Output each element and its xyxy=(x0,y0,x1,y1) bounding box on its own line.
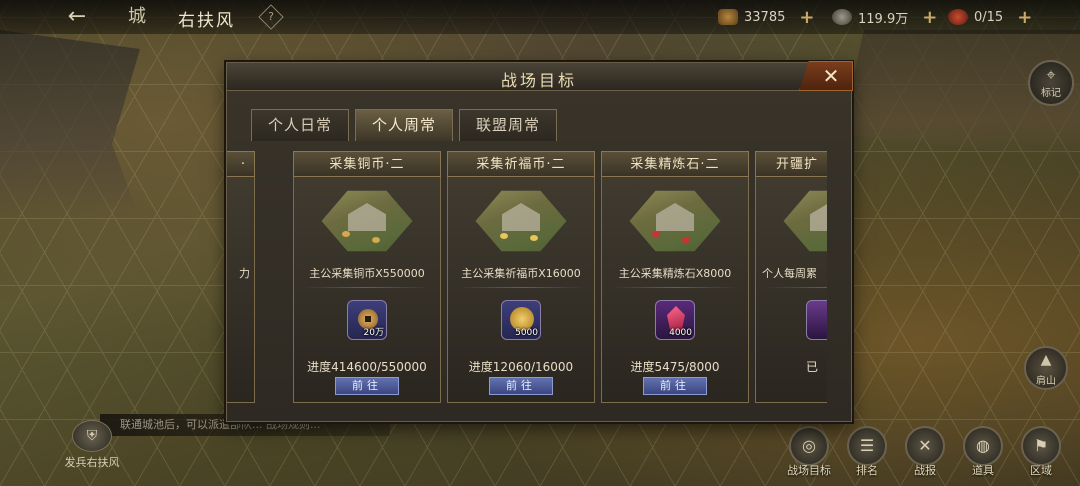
dispatch-label: 发兵右扶风 xyxy=(64,456,120,469)
go-button[interactable]: 前往 xyxy=(489,377,553,395)
battle-report-button[interactable]: ✕ 战报 xyxy=(896,426,954,478)
goal-cards-list[interactable]: · 力 采集铜币·二 主公采集铜币X550000 20万 进度414600/55… xyxy=(227,143,827,411)
bag-icon: ◍ xyxy=(963,426,1003,466)
goal-card-desc: 个人每周累 xyxy=(762,267,817,280)
goal-card: 采集祈福币·二 主公采集祈福币X16000 5000 进度12060/16000… xyxy=(447,151,595,403)
reward-amount: 5000 xyxy=(515,328,538,338)
goal-card-image xyxy=(227,185,246,257)
bottom-menu: ◎ 战场目标 ☰ 排名 ✕ 战报 ◍ 道具 ⚑ 区域 xyxy=(780,426,1070,478)
goal-card-title: 采集祈福币·二 xyxy=(447,151,595,177)
copper-resource: 33785 + xyxy=(718,6,814,28)
coin-resource: 119.9万 + xyxy=(832,6,937,28)
top-bar: ← 城 右扶风 ? 33785 + 119.9万 + 0/15 + xyxy=(0,0,1080,34)
blessing-coin-icon[interactable]: 5000 xyxy=(501,300,541,340)
copper-icon xyxy=(718,9,738,25)
tab-personal-daily[interactable]: 个人日常 xyxy=(251,109,349,141)
mountain-button[interactable]: ▲ 肩山 xyxy=(1024,346,1068,390)
goal-progress: 进度5475/8000 xyxy=(630,360,720,374)
battlefield-goals-button[interactable]: ◎ 战场目标 xyxy=(780,426,838,478)
battlefield-goals-panel: 战场目标 ✕ 个人日常 个人周常 联盟周常 · 力 采集铜币·二 主公采集铜币X… xyxy=(226,61,853,422)
goal-card-desc: 力 xyxy=(239,267,250,280)
goal-card-title: 开疆扩 xyxy=(755,151,827,177)
copper-coin-icon[interactable]: 20万 xyxy=(347,300,387,340)
goal-card-image xyxy=(456,185,586,257)
divider xyxy=(766,287,827,288)
divider xyxy=(458,287,584,288)
reward-amount: 4000 xyxy=(669,328,692,338)
goal-card: 采集铜币·二 主公采集铜币X550000 20万 进度414600/550000… xyxy=(293,151,441,403)
go-button[interactable]: 前往 xyxy=(335,377,399,395)
goal-card-image xyxy=(302,185,432,257)
panel-title: 战场目标 xyxy=(500,71,577,90)
goal-card: 采集精炼石·二 主公采集精炼石X8000 4000 进度5475/8000 前往 xyxy=(601,151,749,403)
item-icon[interactable] xyxy=(806,300,827,340)
goal-card-desc: 主公采集铜币X550000 xyxy=(309,267,425,280)
battle-report-label: 战报 xyxy=(914,464,936,477)
add-troops-button[interactable]: + xyxy=(1017,7,1032,28)
battle-report-icon: ✕ xyxy=(905,426,945,466)
add-coin-button[interactable]: + xyxy=(922,7,937,28)
ranking-icon: ☰ xyxy=(847,426,887,466)
items-label: 道具 xyxy=(972,464,994,477)
tab-bar: 个人日常 个人周常 联盟周常 xyxy=(251,109,557,141)
dispatch-helmet-icon: ⛨ xyxy=(72,420,112,452)
coin-value: 119.9万 xyxy=(858,11,909,27)
ranking-button[interactable]: ☰ 排名 xyxy=(838,426,896,478)
tab-alliance-weekly[interactable]: 联盟周常 xyxy=(459,109,557,141)
region-flag-icon: ⚑ xyxy=(1021,426,1061,466)
goal-card-title: 采集精炼石·二 xyxy=(601,151,749,177)
battlefield-goals-label: 战场目标 xyxy=(787,464,831,477)
goal-card-desc: 主公采集祈福币X16000 xyxy=(461,267,581,280)
map-pin-icon: ⌖ xyxy=(1046,65,1056,84)
help-icon[interactable]: ? xyxy=(258,4,284,30)
goal-card-desc: 主公采集精炼石X8000 xyxy=(618,267,732,280)
troops-resource: 0/15 + xyxy=(948,6,1032,28)
goal-card-partial-left: · 力 xyxy=(227,151,255,403)
troops-icon xyxy=(948,9,968,25)
coin-icon xyxy=(832,9,852,25)
goal-card-image xyxy=(610,185,740,257)
mountain-icon: ▲ xyxy=(1040,352,1052,368)
add-copper-button[interactable]: + xyxy=(799,7,814,28)
go-button[interactable]: 前往 xyxy=(643,377,707,395)
divider xyxy=(612,287,738,288)
items-button[interactable]: ◍ 道具 xyxy=(954,426,1012,478)
goal-progress: 进度414600/550000 xyxy=(307,360,427,374)
refine-stone-icon[interactable]: 4000 xyxy=(655,300,695,340)
copper-value: 33785 xyxy=(744,9,786,25)
city-name: 右扶风 xyxy=(178,11,235,31)
target-icon: ◎ xyxy=(789,426,829,466)
panel-header: 战场目标 xyxy=(227,63,851,91)
region-button[interactable]: ⚑ 区域 xyxy=(1012,426,1070,478)
mountain-label: 肩山 xyxy=(1036,376,1056,387)
dispatch-button[interactable]: ⛨ 发兵右扶风 xyxy=(52,420,132,470)
goal-progress: 进度12060/16000 xyxy=(468,360,574,374)
ranking-label: 排名 xyxy=(856,464,878,477)
goal-card-partial-right: 开疆扩 个人每周累 已 xyxy=(755,151,827,403)
back-arrow-icon[interactable]: ← xyxy=(62,4,92,30)
reward-amount: 20万 xyxy=(363,328,384,338)
goal-card-image xyxy=(764,185,827,257)
goal-card-title: 采集铜币·二 xyxy=(293,151,441,177)
tab-personal-weekly[interactable]: 个人周常 xyxy=(355,109,453,141)
region-label: 区域 xyxy=(1030,464,1052,477)
goal-card-title: · xyxy=(227,151,255,177)
divider xyxy=(304,287,430,288)
mark-button[interactable]: ⌖ 标记 xyxy=(1028,60,1074,106)
troops-value: 0/15 xyxy=(974,9,1004,25)
city-gate-icon: 城 xyxy=(128,6,146,27)
mark-label: 标记 xyxy=(1041,88,1061,99)
goal-progress: 已 xyxy=(806,360,819,374)
